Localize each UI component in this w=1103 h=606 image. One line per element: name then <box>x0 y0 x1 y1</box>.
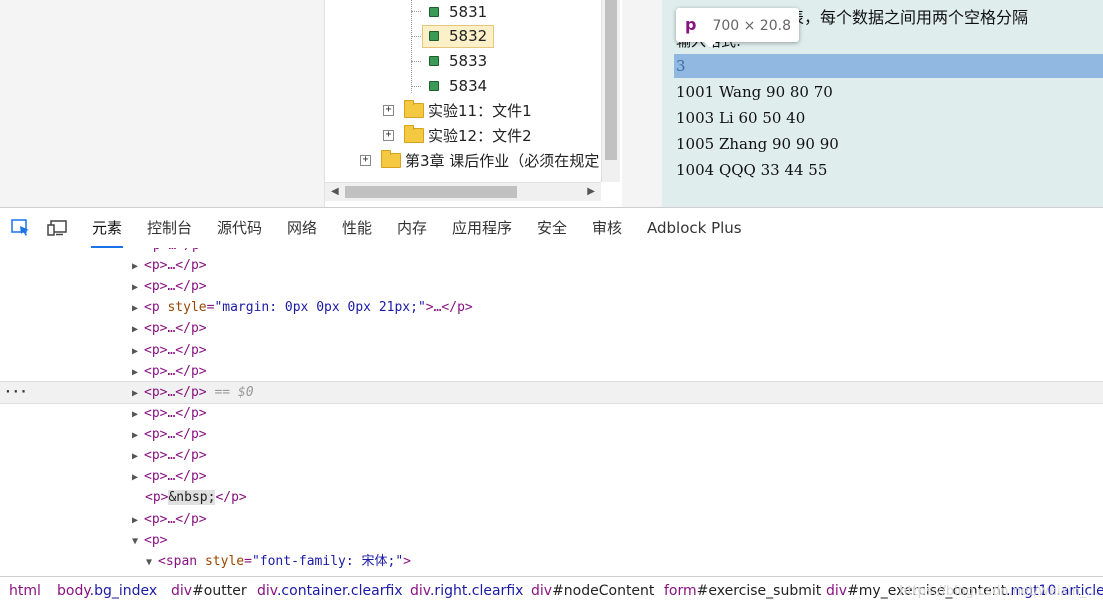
tab-application[interactable]: 应用程序 <box>451 208 513 248</box>
web-page-viewport: 5831 5832 5833 5834 + 实验11：文件1 + 实验12：文件2 … <box>0 0 1103 207</box>
tree-connector <box>411 36 421 37</box>
breadcrumb-item[interactable]: form#exercise_submit <box>664 577 821 606</box>
elements-dom-tree: <p>…</p> ▶<p>…</p> ▶<p>…</p> ▶<p style="… <box>0 248 1103 576</box>
leaf-node-icon <box>429 6 439 17</box>
scroll-right-arrow-icon[interactable]: ▶ <box>587 186 595 198</box>
expand-triangle-icon[interactable]: ▶ <box>132 256 144 277</box>
content-line: 1005 Zhang 90 90 90 <box>676 135 839 153</box>
scrollbar-thumb[interactable] <box>605 0 617 160</box>
expand-triangle-icon[interactable]: ▶ <box>132 467 144 488</box>
tree-vertical-scrollbar[interactable] <box>601 0 620 182</box>
expand-triangle-icon[interactable]: ▶ <box>132 425 144 446</box>
dom-node[interactable]: ▶ <p>…</p> <box>132 276 207 297</box>
dom-node[interactable]: ▼ <span style="font-family: 宋体;"> <box>146 551 411 572</box>
breadcrumb-item[interactable]: div.container.clearfix <box>257 577 403 606</box>
content-line: 1003 Li 60 50 40 <box>676 109 806 127</box>
leaf-node-icon <box>429 30 439 41</box>
tree-connector <box>411 0 412 93</box>
inspect-tooltip: p 700 × 20.8 <box>676 8 799 48</box>
tree-folder[interactable]: + 实验11：文件1 <box>383 99 532 124</box>
tree-item[interactable]: 5834 <box>429 74 487 99</box>
scroll-left-arrow-icon[interactable]: ◀ <box>331 186 339 198</box>
content-line: 1004 QQQ 33 44 55 <box>676 161 828 179</box>
dom-node[interactable]: ▶ <p style="margin: 0px 0px 0px 21px;">…<… <box>132 297 473 318</box>
folder-icon <box>404 100 424 118</box>
expand-triangle-icon[interactable]: ▶ <box>132 404 144 425</box>
dom-node-selected[interactable]: ··· ▶ <p>…</p> == $0 <box>0 381 1103 404</box>
scrollbar-thumb[interactable] <box>345 186 517 198</box>
dom-node[interactable]: ▶ <p>…</p> <box>132 255 207 276</box>
tree-item-selected[interactable]: 5832 <box>422 24 495 49</box>
dom-node[interactable]: ▶ <p>…</p> <box>132 318 207 339</box>
dom-node[interactable]: ▶ <p>…</p> <box>132 424 207 445</box>
expand-plus-icon[interactable]: + <box>360 155 371 166</box>
dom-breadcrumb: html body.bg_index div#outter div.contai… <box>0 576 1103 606</box>
content-line: 3 <box>676 57 686 75</box>
devtools-toolbar: 元素 控制台 源代码 网络 性能 内存 应用程序 安全 审核 Adblock P… <box>0 207 1103 249</box>
collapse-triangle-icon[interactable]: ▼ <box>146 552 158 573</box>
dom-node[interactable]: ▶ <p>…</p> <box>132 445 207 466</box>
tree-item[interactable]: 5831 <box>429 0 487 25</box>
dom-node[interactable]: ▶ <p>…</p> <box>132 403 207 424</box>
expand-plus-icon[interactable]: + <box>383 105 394 116</box>
tooltip-dimensions: 700 × 20.8 <box>712 18 791 34</box>
expand-triangle-icon[interactable]: ▶ <box>132 341 144 362</box>
tooltip-tag: p <box>685 15 697 34</box>
tree-connector <box>411 11 421 12</box>
dom-node[interactable]: ▶ <p>…</p> <box>132 340 207 361</box>
course-tree: 5831 5832 5833 5834 + 实验11：文件1 + 实验12：文件2 … <box>324 0 622 207</box>
tab-adblock-plus[interactable]: Adblock Plus <box>646 208 743 248</box>
dom-node[interactable]: ▼ <p> <box>132 530 167 551</box>
breadcrumb-item[interactable]: div#outter <box>171 577 247 606</box>
expand-triangle-icon[interactable]: ▶ <box>132 362 144 383</box>
expand-triangle-icon[interactable]: ▶ <box>132 446 144 467</box>
tab-memory[interactable]: 内存 <box>396 208 428 248</box>
breadcrumb-item[interactable]: div.right.clearfix <box>410 577 523 606</box>
tab-network[interactable]: 网络 <box>286 208 318 248</box>
more-actions-icon[interactable]: ··· <box>4 382 27 403</box>
tab-security[interactable]: 安全 <box>536 208 568 248</box>
tab-elements[interactable]: 元素 <box>91 208 124 248</box>
tree-folder[interactable]: + 第3章 课后作业（必须在规定 <box>360 149 599 174</box>
tab-audits[interactable]: 审核 <box>591 208 623 248</box>
breadcrumb-item[interactable]: div#nodeContent <box>531 577 654 606</box>
content-line: 1001 Wang 90 80 70 <box>676 83 833 101</box>
tree-item[interactable]: 5833 <box>429 49 487 74</box>
expand-triangle-icon[interactable]: ▶ <box>132 277 144 298</box>
inspected-element-highlight <box>674 54 1103 78</box>
expand-triangle-icon[interactable]: ▶ <box>132 298 144 319</box>
folder-icon <box>381 150 401 168</box>
tree-connector <box>411 86 421 87</box>
expand-plus-icon[interactable]: + <box>383 130 394 141</box>
expand-triangle-icon[interactable]: ▶ <box>132 510 144 531</box>
breadcrumb-item[interactable]: body.bg_index <box>57 577 157 606</box>
dom-node[interactable]: ▶ <p>…</p> <box>132 466 207 487</box>
tab-performance[interactable]: 性能 <box>341 208 373 248</box>
tab-sources[interactable]: 源代码 <box>216 208 263 248</box>
folder-icon <box>404 125 424 143</box>
inspect-element-icon[interactable] <box>11 219 31 237</box>
leaf-node-icon <box>429 80 439 91</box>
dom-node[interactable]: ▶ <p>…</p> <box>132 509 207 530</box>
device-toolbar-icon[interactable] <box>47 219 67 237</box>
selected-node-marker: == $0 <box>214 385 254 400</box>
tree-folder[interactable]: + 实验12：文件2 <box>383 124 532 149</box>
tree-connector <box>411 61 421 62</box>
tab-console[interactable]: 控制台 <box>146 208 193 248</box>
expand-triangle-icon[interactable]: ▶ <box>132 383 144 404</box>
watermark: https://blog.csdn.net/weixin_... <box>899 584 1099 599</box>
dom-node[interactable]: ▶ <p>…</p> <box>132 361 207 382</box>
dom-node[interactable]: <p>&nbsp;</p> <box>145 487 247 508</box>
collapse-triangle-icon[interactable]: ▼ <box>132 531 144 552</box>
tree-horizontal-scrollbar[interactable]: ◀ ▶ <box>325 182 601 201</box>
breadcrumb-item[interactable]: html <box>9 577 41 606</box>
leaf-node-icon <box>429 55 439 66</box>
expand-triangle-icon[interactable]: ▶ <box>132 319 144 340</box>
